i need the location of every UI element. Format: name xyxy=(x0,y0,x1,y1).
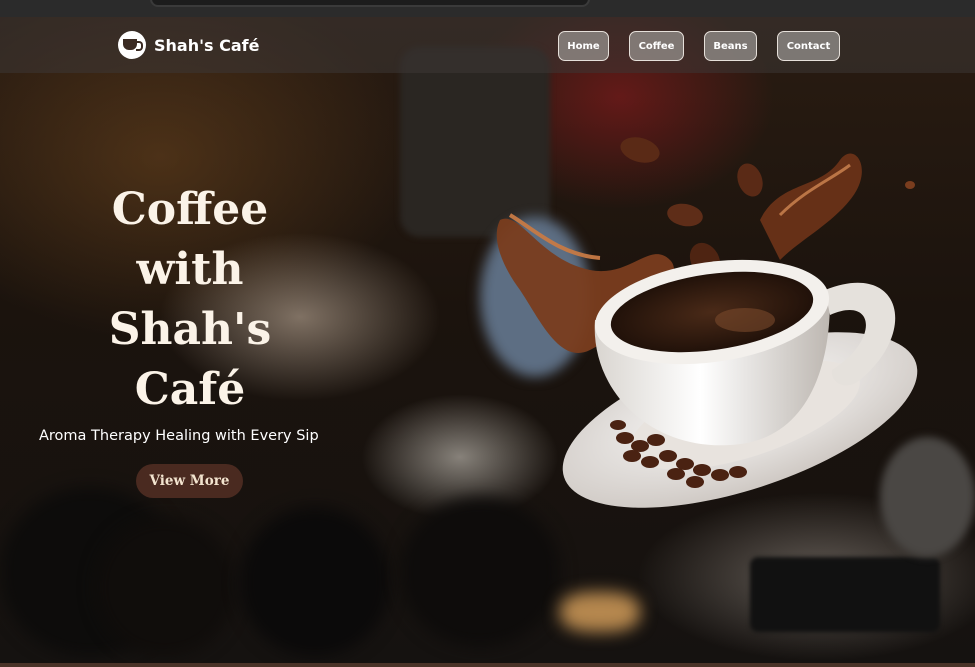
background-wooden-lid xyxy=(560,592,640,632)
nav-home-button[interactable]: Home xyxy=(558,31,609,61)
background-kettle-shape xyxy=(240,507,390,657)
hero-title-line: Shah's xyxy=(108,304,272,355)
hero-title: Coffee with Shah's Café xyxy=(90,180,290,420)
browser-top-strip xyxy=(0,0,975,17)
navbar: Shah's Café Home Coffee Beans Contact xyxy=(0,17,975,73)
brand-name: Shah's Café xyxy=(154,35,260,55)
hero-title-line: with xyxy=(136,244,244,295)
nav-contact-button[interactable]: Contact xyxy=(777,31,840,61)
coffee-cup-icon xyxy=(118,31,146,59)
nav-beans-button[interactable]: Beans xyxy=(704,31,757,61)
coffee-cup-illustration xyxy=(496,137,918,508)
nav-coffee-button[interactable]: Coffee xyxy=(629,31,684,61)
page-bottom-bar xyxy=(0,663,975,667)
hero-title-line: Coffee xyxy=(111,184,269,235)
hero-subtitle: Aroma Therapy Healing with Every Sip xyxy=(39,428,319,444)
background-kettle-shape xyxy=(95,517,235,657)
hero-title-line: Café xyxy=(134,364,246,415)
background-scale xyxy=(750,557,940,632)
brand[interactable]: Shah's Café xyxy=(118,31,259,59)
view-more-button[interactable]: View More xyxy=(136,464,243,498)
browser-address-pill[interactable] xyxy=(150,0,590,7)
